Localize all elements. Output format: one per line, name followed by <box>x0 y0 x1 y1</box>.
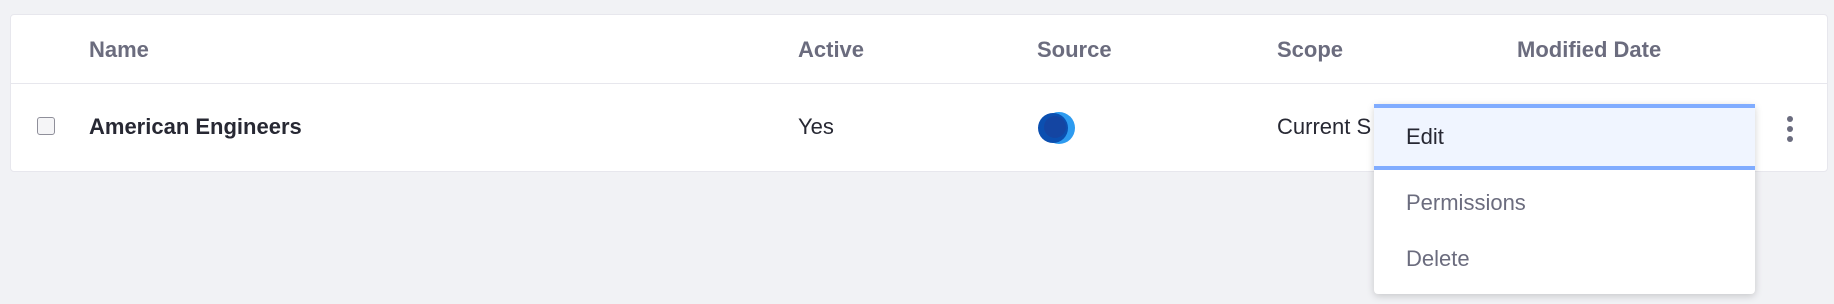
row-name[interactable]: American Engineers <box>89 114 302 140</box>
column-header-modified-date[interactable]: Modified Date <box>1517 37 1661 63</box>
column-header-active[interactable]: Active <box>798 37 864 63</box>
column-header-scope[interactable]: Scope <box>1277 37 1343 63</box>
row-active: Yes <box>798 114 834 139</box>
row-select-checkbox[interactable] <box>37 117 55 135</box>
menu-item-edit[interactable]: Edit <box>1374 104 1755 170</box>
row-scope: Current S <box>1277 114 1372 139</box>
source-logo-icon <box>1038 112 1075 144</box>
table-header: Name Active Source Scope Modified Date <box>11 15 1827 84</box>
row-actions-kebab-icon[interactable] <box>1785 116 1795 142</box>
column-header-name[interactable]: Name <box>89 37 149 63</box>
column-header-source[interactable]: Source <box>1037 37 1112 63</box>
menu-item-delete[interactable]: Delete <box>1374 226 1755 292</box>
row-actions-menu: Edit Permissions Delete <box>1374 104 1755 294</box>
